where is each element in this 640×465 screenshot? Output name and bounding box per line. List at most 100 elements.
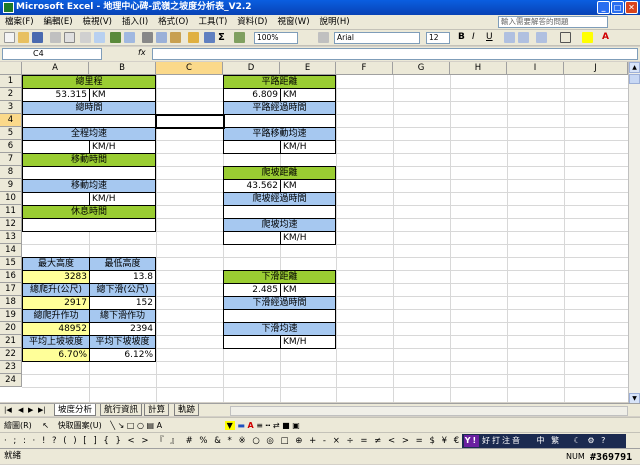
borders-icon[interactable] [560,32,571,43]
flat-time-value[interactable] [223,114,336,128]
row-header[interactable]: 2 [0,88,22,101]
name-box[interactable]: C4 [2,48,102,60]
avg-speed-unit[interactable]: KM/H [89,140,156,154]
selected-cell-c4[interactable] [155,114,225,129]
shadow-icon[interactable]: ■ [282,421,290,430]
avg-down-grade-value[interactable]: 6.12% [89,348,156,362]
row-header[interactable]: 22 [0,348,22,361]
avg-speed-value[interactable] [22,140,90,154]
climb-speed-value[interactable] [223,231,281,245]
sort-icon[interactable] [234,32,245,43]
textbox-icon[interactable]: ▤ [147,421,155,430]
print-preview-icon[interactable] [94,32,105,43]
menu-data[interactable]: 資料(D) [232,15,272,30]
avg-up-grade-value[interactable]: 6.70% [22,348,90,362]
moon-icon[interactable]: ☾ [574,436,583,445]
row-header[interactable]: 9 [0,179,22,192]
row-header[interactable]: 23 [0,361,22,374]
total-climb-label[interactable]: 總爬升(公尺) [22,283,90,297]
avg-speed-label[interactable]: 全程均速 [22,127,156,141]
climb-speed-label[interactable]: 爬坡均速 [223,218,336,232]
line-color-draw-icon[interactable]: ▬ [237,421,245,430]
moving-speed-unit[interactable]: KM/H [89,192,156,206]
moving-time-label[interactable]: 移動時間 [22,153,156,167]
yahoo-ime-icon[interactable]: Y! [464,435,479,447]
row-header[interactable]: 12 [0,218,22,231]
menu-edit[interactable]: 編輯(E) [39,15,78,30]
climb-work-value[interactable]: 48952 [22,322,90,336]
select-all-corner[interactable] [0,62,22,75]
descent-speed-unit[interactable]: KM/H [280,335,336,349]
menu-view[interactable]: 檢視(V) [78,15,117,30]
zoom-select[interactable]: 100% [254,32,298,44]
column-header-c[interactable]: C [156,62,223,75]
row-header[interactable]: 11 [0,205,22,218]
moving-time-value[interactable] [22,166,156,180]
row-header[interactable]: 7 [0,153,22,166]
row-header[interactable]: 10 [0,192,22,205]
menu-format[interactable]: 格式(O) [153,15,193,30]
vertical-scrollbar[interactable]: ▲ ▼ [628,62,640,404]
scroll-thumb[interactable] [629,74,640,84]
arrow-icon[interactable]: ↘ [118,421,125,430]
fill-color-icon[interactable] [582,32,593,43]
menu-tools[interactable]: 工具(T) [193,15,232,30]
descent-time-label[interactable]: 下滑經過時間 [223,296,336,310]
min-height-label[interactable]: 最低高度 [89,257,156,271]
tab-calculation[interactable]: 計算 [144,404,170,416]
symbols-row[interactable]: ‧ ; : ‧ ! ? ( ) [ ] { } < > 『 』 # % & * … [4,436,492,446]
tab-flight-info[interactable]: 航行資訊 [100,404,143,416]
horizontal-scrollbar[interactable] [230,406,628,416]
column-header-a[interactable]: A [22,62,89,75]
descent-work-value[interactable]: 2394 [89,322,156,336]
formula-input[interactable] [152,48,638,60]
line-style-icon[interactable]: ≡ [256,421,263,430]
prev-sheet-icon[interactable]: ◀ [18,406,23,414]
draw-menu-button[interactable]: 繪圖(R) [4,421,32,430]
total-climb-value[interactable]: 2917 [22,296,90,310]
flat-distance-label[interactable]: 平路距離 [223,75,336,89]
first-sheet-icon[interactable]: |◀ [4,406,12,414]
row-header[interactable]: 1 [0,75,22,88]
ime-bar[interactable]: Y! 好打注音 中 繁 ☾ ⚙ ? [462,434,626,448]
row-header[interactable]: 3 [0,101,22,114]
last-sheet-icon[interactable]: ▶| [38,406,46,414]
flat-time-label[interactable]: 平路經過時間 [223,101,336,115]
total-descent-label[interactable]: 總下滑(公尺) [89,283,156,297]
row-header[interactable]: 6 [0,140,22,153]
row-header[interactable]: 24 [0,374,22,387]
max-height-label[interactable]: 最大高度 [22,257,90,271]
row-header[interactable]: 8 [0,166,22,179]
align-left-icon[interactable] [504,32,515,43]
avg-up-grade-label[interactable]: 平均上坡坡度 [22,335,90,349]
rest-time-value[interactable] [22,218,156,232]
font-color-draw-icon[interactable]: A [247,421,253,430]
column-header-e[interactable]: E [280,62,336,75]
flat-speed-label[interactable]: 平路移動均速 [223,127,336,141]
help-icon[interactable]: ? [601,436,607,445]
moving-speed-label[interactable]: 移動均速 [22,179,156,193]
cursor-icon[interactable]: ↖ [42,421,49,430]
autosum-icon[interactable]: Σ [218,32,229,43]
row-header[interactable]: 21 [0,335,22,348]
total-distance-value[interactable]: 53.315 [22,88,90,102]
row-header[interactable]: 20 [0,322,22,335]
tab-track[interactable]: 軌跡 [174,404,200,416]
column-header-h[interactable]: H [450,62,507,75]
excel-app-icon[interactable] [3,2,14,13]
maximize-button[interactable]: □ [611,1,624,14]
avg-down-grade-label[interactable]: 平均下坡坡度 [89,335,156,349]
row-header[interactable]: 13 [0,231,22,244]
total-descent-value[interactable]: 152 [89,296,156,310]
settings-icon[interactable]: ⚙ [587,436,596,445]
descent-speed-value[interactable] [223,335,281,349]
copy-icon[interactable] [156,32,167,43]
insert-function-icon[interactable]: fx [138,48,146,57]
column-header-i[interactable]: I [507,62,564,75]
row-header[interactable]: 19 [0,309,22,322]
row-header[interactable]: 18 [0,296,22,309]
climb-speed-unit[interactable]: KM/H [280,231,336,245]
column-header-d[interactable]: D [223,62,280,75]
menu-window[interactable]: 視窗(W) [272,15,314,30]
column-header-g[interactable]: G [393,62,450,75]
